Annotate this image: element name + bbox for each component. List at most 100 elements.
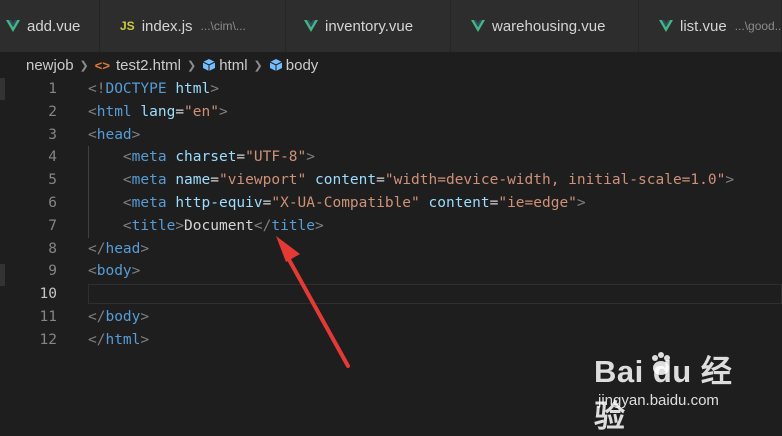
editor-tab-bar: add.vue JS index.js ...\cim\... inventor… bbox=[0, 0, 782, 53]
code-text: </html> bbox=[88, 329, 149, 352]
chevron-right-icon: ❯ bbox=[79, 59, 89, 72]
code-token: < bbox=[122, 172, 132, 189]
code-token: > bbox=[131, 263, 141, 280]
code-line[interactable]: 9 <body> bbox=[0, 260, 782, 283]
code-text: <meta http-equiv="X-UA-Compatible" conte… bbox=[88, 192, 586, 215]
code-line[interactable]: 2 <html lang="en"> bbox=[0, 101, 782, 124]
code-line[interactable]: 3 <head> bbox=[0, 124, 782, 147]
code-token: > bbox=[576, 195, 586, 211]
code-text: <meta name="viewport" content="width=dev… bbox=[88, 169, 734, 192]
code-token: = bbox=[376, 172, 385, 189]
tab-warehousing-vue[interactable]: warehousing.vue bbox=[451, 0, 639, 52]
code-token: > bbox=[175, 217, 185, 234]
code-token: meta bbox=[131, 195, 167, 211]
code-token: "en" bbox=[184, 103, 219, 120]
code-token: > bbox=[315, 217, 324, 234]
code-line[interactable]: 4 <meta charset="UTF-8"> bbox=[0, 146, 782, 169]
breadcrumb-symbol-body[interactable]: body bbox=[269, 56, 319, 74]
tab-list-vue[interactable]: list.vue ...\good... bbox=[639, 0, 782, 52]
code-token: charset bbox=[175, 149, 237, 166]
html-file-icon: <> bbox=[94, 57, 110, 73]
breadcrumb-file-label: test2.html bbox=[115, 56, 181, 74]
code-token: content bbox=[315, 172, 377, 189]
watermark-logo: Bai du 经验 bbox=[594, 346, 734, 436]
code-line[interactable]: 7 <title>Document</title> bbox=[0, 215, 782, 238]
code-token: html bbox=[175, 81, 211, 97]
code-token: = bbox=[175, 103, 185, 120]
code-token: meta bbox=[131, 172, 167, 189]
code-token: > bbox=[210, 81, 219, 97]
code-text: <html lang="en"> bbox=[88, 101, 228, 124]
code-line[interactable]: 11 </body> bbox=[0, 306, 782, 329]
code-token: > bbox=[140, 240, 150, 257]
code-token: meta bbox=[131, 149, 167, 166]
code-line[interactable]: 8 </head> bbox=[0, 238, 782, 261]
code-token: body bbox=[96, 263, 132, 280]
line-number: 4 bbox=[48, 149, 57, 166]
tab-index-js[interactable]: JS index.js ...\cim\... bbox=[100, 0, 286, 52]
code-token: body bbox=[105, 309, 141, 325]
code-token: </ bbox=[88, 309, 106, 325]
code-line[interactable]: 1 <!DOCTYPE html> bbox=[0, 78, 782, 101]
tab-add-vue[interactable]: add.vue bbox=[0, 0, 100, 52]
breadcrumb-file[interactable]: <> test2.html bbox=[95, 57, 181, 74]
cube-icon bbox=[202, 59, 216, 71]
code-token: </ bbox=[88, 240, 106, 257]
tab-label: add.vue bbox=[27, 17, 81, 35]
code-line[interactable]: 5 <meta name="viewport" content="width=d… bbox=[0, 169, 782, 192]
code-token: <! bbox=[88, 81, 106, 97]
code-text: <head> bbox=[88, 124, 140, 147]
breadcrumb-symbol-label: body bbox=[285, 56, 319, 74]
line-number: 11 bbox=[39, 309, 57, 325]
baidu-jingyan-watermark: Bai du 经验 jingyan.baidu.com bbox=[594, 346, 734, 434]
code-token: DOCTYPE bbox=[105, 81, 167, 97]
breadcrumb-folder[interactable]: newjob bbox=[26, 57, 74, 74]
tab-label: index.js bbox=[141, 17, 193, 35]
code-text: <body> bbox=[88, 260, 140, 283]
code-token: "UTF-8" bbox=[245, 149, 307, 166]
breadcrumb-symbol-html[interactable]: html bbox=[202, 57, 248, 74]
code-token: "width=device-width, initial-scale=1.0" bbox=[384, 172, 726, 189]
vue-icon bbox=[304, 20, 318, 32]
code-token: http-equiv bbox=[175, 195, 263, 211]
code-token: > bbox=[725, 172, 735, 189]
line-number: 7 bbox=[48, 217, 57, 234]
line-number: 12 bbox=[39, 331, 57, 348]
tab-inventory-vue[interactable]: inventory.vue bbox=[286, 0, 451, 52]
tab-description: ...\cim\... bbox=[200, 19, 246, 33]
code-text: <meta charset="UTF-8"> bbox=[88, 146, 315, 169]
code-token: > bbox=[131, 126, 141, 143]
line-number: 2 bbox=[48, 103, 57, 120]
code-token: </ bbox=[88, 331, 106, 348]
watermark-site: jingyan.baidu.com bbox=[598, 392, 719, 409]
code-token: = bbox=[210, 172, 219, 189]
code-line[interactable]: 6 <meta http-equiv="X-UA-Compatible" con… bbox=[0, 192, 782, 215]
code-text: <title>Document</title> bbox=[88, 215, 324, 238]
chevron-right-icon: ❯ bbox=[186, 59, 197, 72]
js-icon: JS bbox=[120, 19, 135, 33]
code-token: < bbox=[122, 149, 132, 166]
line-number: 10 bbox=[39, 286, 57, 303]
code-line[interactable]: 10 bbox=[0, 283, 782, 306]
code-token: </ bbox=[253, 217, 272, 234]
code-token: > bbox=[140, 331, 150, 348]
code-token: < bbox=[88, 263, 97, 280]
vue-icon bbox=[471, 20, 485, 32]
code-text: </head> bbox=[88, 238, 149, 261]
code-token: html bbox=[105, 331, 141, 348]
code-token: html bbox=[96, 103, 132, 120]
tab-label: list.vue bbox=[680, 17, 727, 35]
tab-label: warehousing.vue bbox=[492, 17, 606, 35]
tab-description: ...\good... bbox=[734, 19, 782, 33]
code-token: > bbox=[140, 309, 150, 325]
code-text: <!DOCTYPE html> bbox=[88, 78, 219, 101]
